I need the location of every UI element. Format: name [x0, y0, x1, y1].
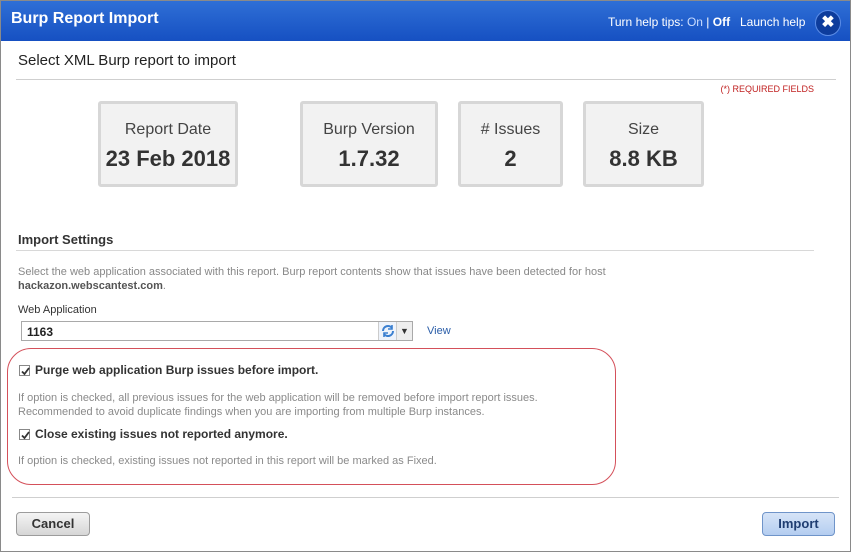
required-fields-note: (*) REQUIRED FIELDS [720, 84, 814, 94]
launch-help-link[interactable]: Launch help [740, 15, 805, 29]
close-existing-label: Close existing issues not reported anymo… [35, 427, 288, 441]
view-web-application-link[interactable]: View [427, 325, 451, 337]
description-text: Select the web application associated wi… [18, 266, 606, 278]
close-icon[interactable]: ✖ [815, 10, 841, 36]
checkmark-icon [21, 367, 30, 376]
cancel-button[interactable]: Cancel [16, 512, 90, 536]
burp-version-value: 1.7.32 [338, 146, 400, 171]
web-application-label: Web Application [18, 304, 97, 316]
import-button[interactable]: Import [762, 512, 835, 536]
issues-value: 2 [504, 146, 517, 171]
dialog-titlebar: Burp Report Import Turn help tips: On | … [1, 1, 850, 41]
report-date-value: 23 Feb 2018 [105, 146, 231, 171]
help-tips-on[interactable]: On [687, 15, 703, 29]
help-tips-off[interactable]: Off [713, 15, 730, 29]
close-existing-hint: If option is checked, existing issues no… [18, 455, 437, 467]
divider [16, 250, 814, 251]
help-tips-toggle: Turn help tips: On | Off [608, 15, 730, 29]
divider [16, 79, 836, 80]
web-application-select[interactable]: 1163 ▼ [21, 321, 413, 341]
web-application-value: 1163 [27, 325, 54, 339]
burp-version-label: Burp Version [323, 121, 415, 138]
issues-card: # Issues 2 [458, 101, 563, 187]
issues-label: # Issues [480, 121, 541, 138]
checkmark-icon [21, 431, 30, 440]
footer-divider [12, 497, 839, 498]
report-date-label: Report Date [124, 121, 212, 138]
burp-version-card: Burp Version 1.7.32 [300, 101, 438, 187]
size-label: Size [627, 121, 660, 138]
host-suffix: . [162, 280, 166, 292]
refresh-icon[interactable] [378, 322, 396, 340]
dialog-subtitle: Select XML Burp report to import [18, 52, 236, 69]
purge-issues-checkbox[interactable] [19, 365, 30, 376]
host-name: hackazon.webscantest.com [18, 280, 163, 292]
report-date-card: Report Date 23 Feb 2018 [98, 101, 238, 187]
purge-issues-hint: If option is checked, all previous issue… [18, 391, 538, 419]
close-existing-checkbox[interactable] [19, 429, 30, 440]
chevron-down-icon[interactable]: ▼ [396, 322, 412, 340]
burp-import-dialog: Burp Report Import Turn help tips: On | … [0, 0, 851, 552]
purge-hint-line1: If option is checked, all previous issue… [18, 392, 538, 404]
purge-hint-line2: Recommended to avoid duplicate findings … [18, 406, 485, 418]
help-tips-separator: | [706, 15, 710, 29]
size-card: Size 8.8 KB [583, 101, 704, 187]
size-value: 8.8 KB [609, 146, 678, 171]
dialog-title: Burp Report Import [11, 10, 159, 27]
help-tips-label: Turn help tips: [608, 15, 684, 29]
import-settings-description: Select the web application associated wi… [18, 265, 718, 293]
import-settings-title: Import Settings [18, 232, 114, 247]
purge-issues-label: Purge web application Burp issues before… [35, 363, 319, 377]
